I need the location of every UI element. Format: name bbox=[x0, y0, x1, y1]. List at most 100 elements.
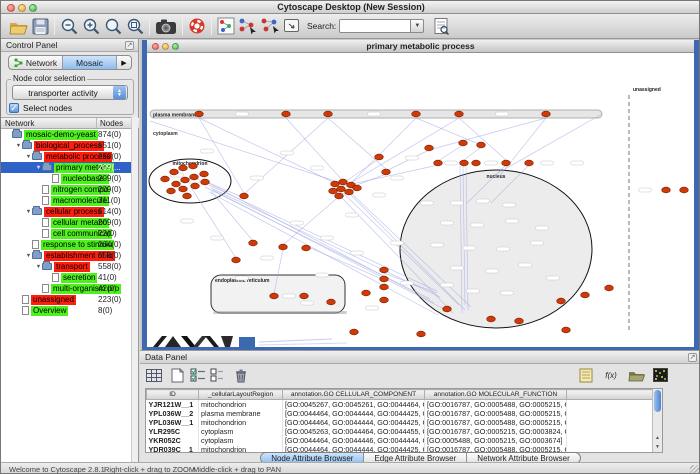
layout-nodes-icon[interactable] bbox=[237, 15, 259, 37]
network-node[interactable] bbox=[605, 285, 614, 291]
network-node[interactable] bbox=[353, 185, 362, 191]
network-node[interactable] bbox=[380, 284, 389, 290]
network-node[interactable] bbox=[581, 292, 590, 298]
network-node[interactable] bbox=[329, 188, 338, 194]
network-node[interactable] bbox=[339, 179, 348, 185]
network-node[interactable] bbox=[167, 188, 176, 194]
network-node[interactable] bbox=[477, 142, 486, 148]
network-node[interactable] bbox=[270, 293, 279, 299]
tree-expand-icon[interactable]: ▼ bbox=[35, 165, 42, 171]
attribute-table-icon[interactable] bbox=[145, 366, 163, 384]
tree-row-nitrogen-compo[interactable]: nitrogen compo209(0) bbox=[1, 184, 132, 195]
new-attribute-icon[interactable] bbox=[168, 366, 186, 384]
tree-row-secretion[interactable]: secretion41(0) bbox=[1, 272, 132, 283]
network-node[interactable] bbox=[172, 181, 181, 187]
network-node[interactable] bbox=[350, 329, 359, 335]
network-node[interactable] bbox=[201, 179, 210, 185]
network-node[interactable] bbox=[302, 245, 311, 251]
network-node[interactable] bbox=[161, 176, 170, 182]
tab-network[interactable]: Network bbox=[9, 56, 63, 69]
network-node[interactable] bbox=[170, 169, 179, 175]
tree-scrollbar[interactable] bbox=[131, 117, 138, 462]
network-node[interactable] bbox=[331, 181, 340, 187]
select-nodes-checkbox[interactable]: ✓ bbox=[9, 103, 19, 113]
network-node[interactable] bbox=[455, 111, 464, 117]
network-node[interactable] bbox=[380, 267, 389, 273]
function-builder-icon[interactable]: f(x) bbox=[602, 366, 620, 384]
network-node[interactable] bbox=[487, 316, 496, 322]
network-node[interactable] bbox=[183, 193, 192, 199]
column-header[interactable]: _cellularLayoutRegion bbox=[199, 390, 283, 400]
network-node[interactable] bbox=[425, 145, 434, 151]
network-node[interactable] bbox=[335, 193, 344, 199]
network-node[interactable] bbox=[345, 189, 354, 195]
network-node[interactable] bbox=[525, 160, 534, 166]
network-node[interactable] bbox=[324, 111, 333, 117]
snapshot-camera-icon[interactable] bbox=[153, 15, 179, 37]
network-node[interactable] bbox=[460, 160, 469, 166]
network-node[interactable] bbox=[380, 297, 389, 303]
network-node[interactable] bbox=[327, 299, 336, 305]
network-node[interactable] bbox=[412, 111, 421, 117]
zoom-out-icon[interactable] bbox=[58, 15, 80, 37]
tree-row-primary-metabo[interactable]: ▼primary metabo209(... bbox=[1, 162, 132, 173]
open-network-icon[interactable] bbox=[7, 15, 29, 37]
network-node[interactable] bbox=[181, 177, 190, 183]
tree-row-overview[interactable]: Overview8(0) bbox=[1, 305, 132, 316]
network-node[interactable] bbox=[562, 327, 571, 333]
save-session-icon[interactable] bbox=[29, 15, 51, 37]
zoom-in-icon[interactable] bbox=[80, 15, 102, 37]
unselect-attributes-icon[interactable] bbox=[209, 366, 227, 384]
network-node[interactable] bbox=[240, 193, 249, 199]
network-node[interactable] bbox=[443, 306, 452, 312]
layout-edges-icon[interactable] bbox=[259, 15, 281, 37]
delete-attribute-icon[interactable] bbox=[232, 366, 250, 384]
control-panel-detach-icon[interactable]: ↗ bbox=[125, 41, 134, 50]
table-scrollbar-thumb[interactable] bbox=[654, 390, 661, 412]
tree-expand-icon[interactable]: ▼ bbox=[35, 264, 42, 270]
network-node[interactable] bbox=[515, 318, 524, 324]
network-node[interactable] bbox=[362, 290, 371, 296]
network-node[interactable] bbox=[680, 187, 689, 193]
network-node[interactable] bbox=[179, 186, 188, 192]
tree-row-mosaic-demo-yeast[interactable]: mosaic-demo-yeast874(0) bbox=[1, 129, 132, 140]
table-row[interactable]: YPL036W__1mitochondrion[GO:0044464, GO:0… bbox=[147, 418, 662, 427]
notes-icon[interactable] bbox=[577, 366, 595, 384]
column-header[interactable]: ID bbox=[147, 390, 199, 400]
network-node[interactable] bbox=[472, 160, 481, 166]
tree-row-transport[interactable]: ▼transport558(0) bbox=[1, 261, 132, 272]
tree-row-biological-process[interactable]: ▼biological_process651(0) bbox=[1, 140, 132, 151]
tree-row-unassigned[interactable]: unassigned223(0) bbox=[1, 294, 132, 305]
tab-mosaic[interactable]: Mosaic bbox=[63, 56, 117, 69]
network-overview-icon[interactable] bbox=[215, 15, 237, 37]
table-scrollbar[interactable]: ▲ ▼ bbox=[652, 389, 662, 452]
tree-header-network[interactable]: Network bbox=[1, 118, 97, 128]
network-node[interactable] bbox=[191, 183, 200, 189]
network-node[interactable] bbox=[190, 174, 199, 180]
attribute-matrix-icon[interactable] bbox=[651, 366, 669, 384]
tree-row-response-to-stimulu[interactable]: response to stimulu264(0) bbox=[1, 239, 132, 250]
tree-row-establishment-of-lo[interactable]: ▼establishment of lo558(0) bbox=[1, 250, 132, 261]
network-node[interactable] bbox=[382, 169, 391, 175]
search-dropdown-arrow[interactable]: ▼ bbox=[411, 19, 424, 33]
network-node[interactable] bbox=[249, 240, 258, 246]
scroll-up-button[interactable]: ▲ bbox=[653, 434, 662, 443]
tree-row-cellular-metabo[interactable]: cellular metabo209(0) bbox=[1, 217, 132, 228]
network-node[interactable] bbox=[279, 244, 288, 250]
resize-grip[interactable] bbox=[690, 465, 700, 474]
network-node[interactable] bbox=[375, 154, 384, 160]
network-node[interactable] bbox=[502, 160, 511, 166]
tree-row-cellular-process[interactable]: ▼cellular process614(0) bbox=[1, 206, 132, 217]
tree-row-metabolic-process[interactable]: ▼metabolic process280(0) bbox=[1, 151, 132, 162]
zoom-selected-icon[interactable] bbox=[124, 15, 146, 37]
network-node[interactable] bbox=[662, 187, 671, 193]
network-node[interactable] bbox=[417, 331, 426, 337]
network-node[interactable] bbox=[195, 111, 204, 117]
table-row[interactable]: YKR052Ccytoplasm[GO:0044464, GO:0044446,… bbox=[147, 436, 662, 445]
table-row[interactable]: YLR295Ccytoplasm[GO:0045263, GO:0044464,… bbox=[147, 427, 662, 436]
annotation-box-icon[interactable] bbox=[281, 15, 303, 37]
column-header[interactable]: annotation.GO MOLECULAR_FUNCTION bbox=[425, 390, 567, 400]
node-color-dropdown[interactable]: transporter activity ▲▼ bbox=[12, 85, 128, 100]
network-node[interactable] bbox=[189, 163, 198, 169]
tree-row-multi-organism-pro[interactable]: multi-organism pro42(0) bbox=[1, 283, 132, 294]
